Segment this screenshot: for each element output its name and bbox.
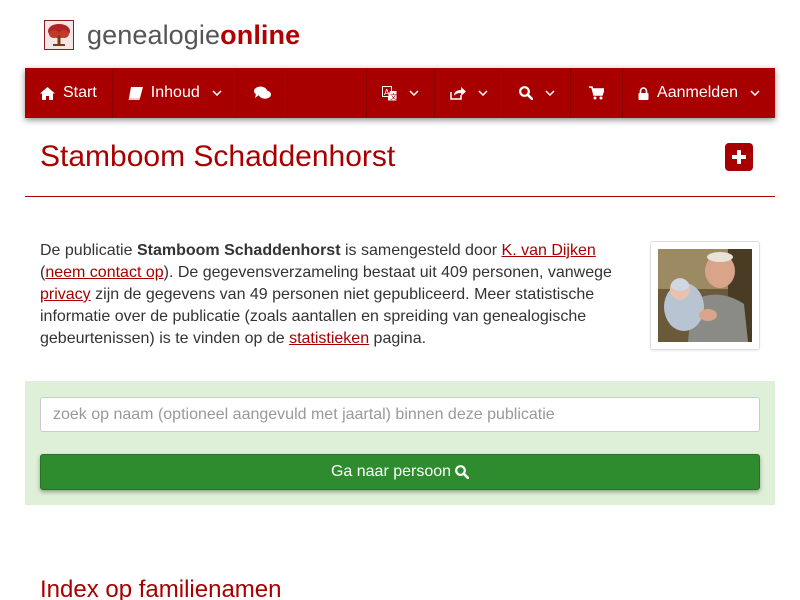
search-icon [455, 465, 470, 479]
share-icon [450, 86, 467, 100]
nav-inhoud[interactable]: Inhoud [113, 68, 238, 118]
intro-text: ). De gegevensverzameling bestaat uit 40… [163, 264, 612, 281]
site-header: genealogieonline [44, 18, 300, 52]
nav-chat[interactable] [238, 68, 288, 118]
plus-square-icon[interactable] [725, 143, 753, 171]
go-to-person-button[interactable]: Ga naar persoon [40, 454, 760, 490]
surname-index-heading: Index op familienamen [40, 576, 282, 600]
privacy-link[interactable]: privacy [40, 286, 91, 303]
publication-name: Stamboom Schaddenhorst [136, 242, 341, 259]
chevron-down-icon [212, 90, 222, 96]
contact-link[interactable]: neem contact op [45, 264, 163, 281]
site-logo-text[interactable]: genealogieonline [87, 20, 300, 51]
book-icon [128, 86, 143, 100]
intro-text: pagina. [369, 330, 427, 347]
nav-cart[interactable] [571, 68, 624, 118]
nav-aanmelden[interactable]: Aanmelden [623, 68, 775, 118]
comments-icon [253, 86, 271, 100]
nav-start-label: Start [63, 84, 97, 101]
nav-search[interactable] [504, 68, 572, 118]
title-divider [25, 196, 775, 197]
chevron-down-icon [545, 90, 555, 96]
nav-spacer [288, 68, 368, 118]
publication-intro: De publicatie Stamboom Schaddenhorst is … [40, 240, 625, 350]
search-input[interactable] [40, 397, 760, 432]
nav-share[interactable] [435, 68, 505, 118]
search-panel: Ga naar persoon [25, 381, 775, 505]
nav-aanmelden-label: Aanmelden [657, 84, 738, 101]
tree-icon[interactable] [44, 20, 74, 50]
chevron-down-icon [409, 90, 419, 96]
author-link[interactable]: K. van Dijken [502, 242, 596, 259]
nav-inhoud-label: Inhoud [150, 84, 200, 101]
go-to-person-label: Ga naar persoon [330, 463, 452, 480]
publication-photo[interactable] [650, 241, 760, 350]
chevron-down-icon [750, 90, 760, 96]
intro-text: is samengesteld door [340, 242, 502, 259]
home-icon [40, 86, 55, 100]
chevron-down-icon [478, 90, 488, 96]
statistics-link[interactable]: statistieken [289, 330, 369, 347]
intro-text: De publicatie [40, 242, 137, 259]
publication-photo-image [658, 249, 752, 342]
svg-text:文: 文 [390, 92, 397, 101]
main-navbar: Start Inhoud A文 Aanmelden [25, 68, 775, 118]
shopping-cart-icon [589, 86, 605, 100]
translate-icon: A文 [382, 85, 397, 101]
page-title: Stamboom Schaddenhorst [40, 140, 396, 173]
lock-icon [638, 86, 649, 100]
brand-part2: online [220, 19, 301, 50]
nav-language[interactable]: A文 [367, 68, 436, 118]
nav-start[interactable]: Start [25, 68, 113, 118]
brand-part1: genealogie [87, 19, 221, 50]
search-icon [519, 86, 534, 100]
